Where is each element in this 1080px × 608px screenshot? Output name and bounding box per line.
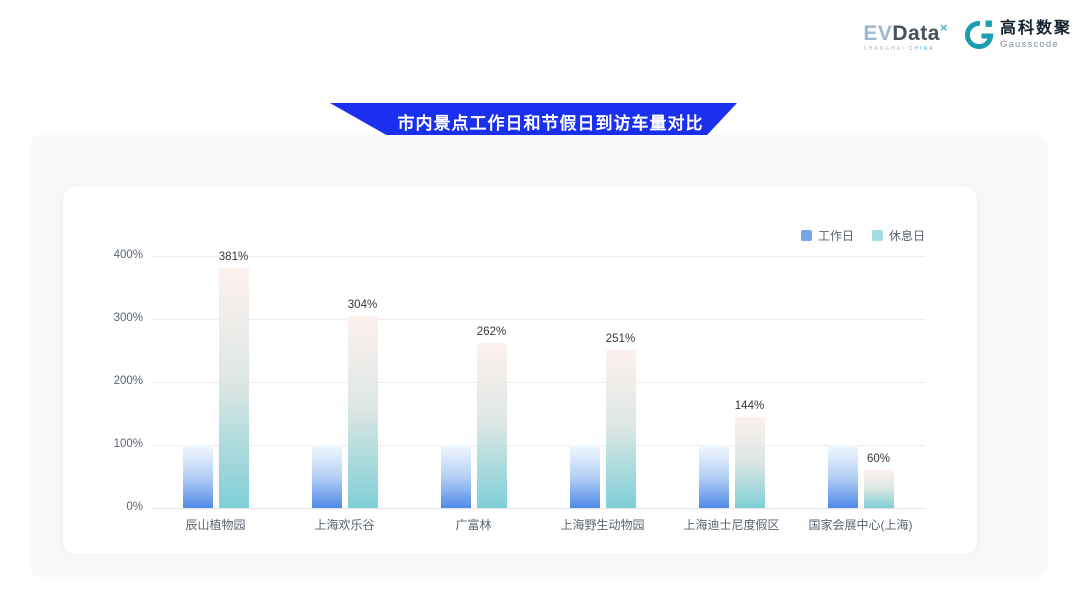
bar-工作日-国家会展中心(上海) — [828, 445, 858, 508]
bar-group: 251% — [538, 256, 667, 508]
bar-休息日-上海迪士尼度假区: 144% — [735, 417, 765, 508]
category-label: 广富林 — [409, 516, 538, 533]
legend-swatch — [801, 230, 812, 241]
y-tick-label: 0% — [63, 501, 143, 513]
bar-休息日-国家会展中心(上海): 60% — [864, 470, 894, 508]
category-label: 上海欢乐谷 — [280, 516, 409, 533]
y-tick-label: 200% — [63, 375, 143, 387]
value-label: 262% — [477, 326, 506, 338]
bar-group: 144% — [667, 256, 796, 508]
y-tick-label: 400% — [63, 249, 143, 261]
legend-swatch — [872, 230, 883, 241]
bar-group: 304% — [280, 256, 409, 508]
bar-group: 381% — [151, 256, 280, 508]
bar-group: 60% — [796, 256, 925, 508]
x-axis-line — [151, 508, 925, 509]
bar-工作日-上海欢乐谷 — [312, 445, 342, 508]
evdata-ev-text: EV — [863, 22, 892, 45]
y-tick-label: 100% — [63, 438, 143, 450]
bar-休息日-辰山植物园: 381% — [219, 268, 249, 508]
bar-工作日-上海野生动物园 — [570, 445, 600, 508]
category-label: 辰山植物园 — [151, 516, 280, 533]
value-label: 304% — [348, 299, 377, 311]
value-label: 251% — [606, 333, 635, 345]
y-tick-label: 300% — [63, 312, 143, 324]
gausscode-g-icon — [964, 20, 994, 50]
evdata-x-icon: × — [940, 20, 948, 35]
chart-plot-area: 381% 304% 262% 251% 144% 60% — [151, 256, 925, 508]
category-label: 上海野生动物园 — [538, 516, 667, 533]
chart-card: 工作日 休息日 0% 100% 200% 300% 400% 381% 304% 262% 25… — [62, 185, 978, 555]
header-logos: EVData× SHANGHAI CHINA 高科数聚 Gausscode — [863, 20, 1072, 52]
evdata-logo: EVData× SHANGHAI CHINA — [863, 23, 948, 52]
gausscode-logo: 高科数聚 Gausscode — [964, 20, 1072, 50]
evdata-data-text: Data — [892, 22, 940, 45]
legend-item-工作日[interactable]: 工作日 — [801, 227, 854, 244]
evdata-wordmark: EVData× — [863, 23, 948, 44]
bar-休息日-广富林: 262% — [477, 343, 507, 508]
bar-休息日-上海野生动物园: 251% — [606, 350, 636, 508]
legend-label: 工作日 — [818, 227, 854, 244]
bar-工作日-辰山植物园 — [183, 445, 213, 508]
page-title: 市内景点工作日和节假日到访车量对比 — [398, 109, 704, 134]
gausscode-en-name: Gausscode — [1000, 40, 1072, 50]
legend-item-休息日[interactable]: 休息日 — [872, 227, 925, 244]
evdata-subtext: SHANGHAI CHINA — [863, 46, 934, 52]
bar-工作日-广富林 — [441, 445, 471, 508]
gausscode-cn-name: 高科数聚 — [1000, 21, 1072, 37]
category-label: 国家会展中心(上海) — [796, 516, 925, 533]
value-label: 60% — [867, 453, 890, 465]
bar-休息日-上海欢乐谷: 304% — [348, 316, 378, 508]
bar-group: 262% — [409, 256, 538, 508]
value-label: 144% — [735, 400, 764, 412]
value-label: 381% — [219, 251, 248, 263]
chart-legend: 工作日 休息日 — [151, 227, 925, 244]
category-label: 上海迪士尼度假区 — [667, 516, 796, 533]
bar-工作日-上海迪士尼度假区 — [699, 445, 729, 508]
legend-label: 休息日 — [889, 227, 925, 244]
